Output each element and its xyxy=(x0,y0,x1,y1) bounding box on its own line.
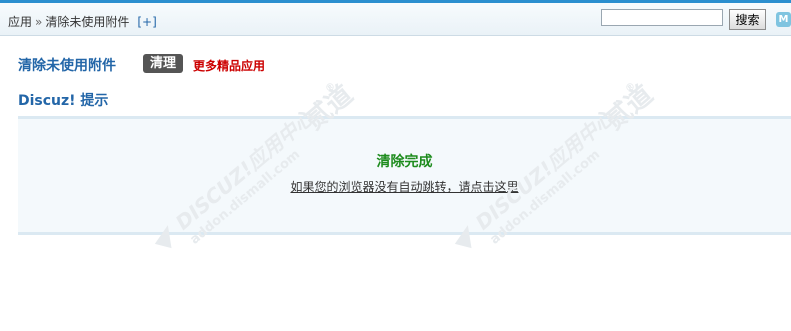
corner-m-icon[interactable]: M xyxy=(776,12,791,27)
message-title: 清除完成 xyxy=(376,154,433,170)
redirect-link[interactable]: 如果您的浏览器没有自动跳转，请点击这里 xyxy=(18,178,791,195)
more-apps-link[interactable]: 更多精品应用 xyxy=(193,57,265,74)
watermark-registered: ® xyxy=(323,80,338,95)
tip-title: Discuz! 提示 xyxy=(18,93,109,109)
breadcrumb: 应用» 清除未使用附件 [+] xyxy=(8,13,157,30)
breadcrumb-separator: » xyxy=(35,15,43,29)
watermark-registered: ® xyxy=(623,80,638,95)
top-nav-bar: 应用» 清除未使用附件 [+] 搜索 M xyxy=(0,3,791,36)
breadcrumb-root-link[interactable]: 应用 xyxy=(8,15,32,29)
section-title: 清除未使用附件 xyxy=(18,58,116,74)
search-button[interactable]: 搜索 xyxy=(729,9,766,30)
search-input[interactable] xyxy=(601,9,723,26)
breadcrumb-current: 清除未使用附件 xyxy=(45,15,130,29)
message-box: 清除完成 如果您的浏览器没有自动跳转，请点击这里 xyxy=(18,116,791,235)
add-shortcut-link[interactable]: [+] xyxy=(137,15,156,29)
clean-button[interactable]: 清理 xyxy=(143,54,183,73)
